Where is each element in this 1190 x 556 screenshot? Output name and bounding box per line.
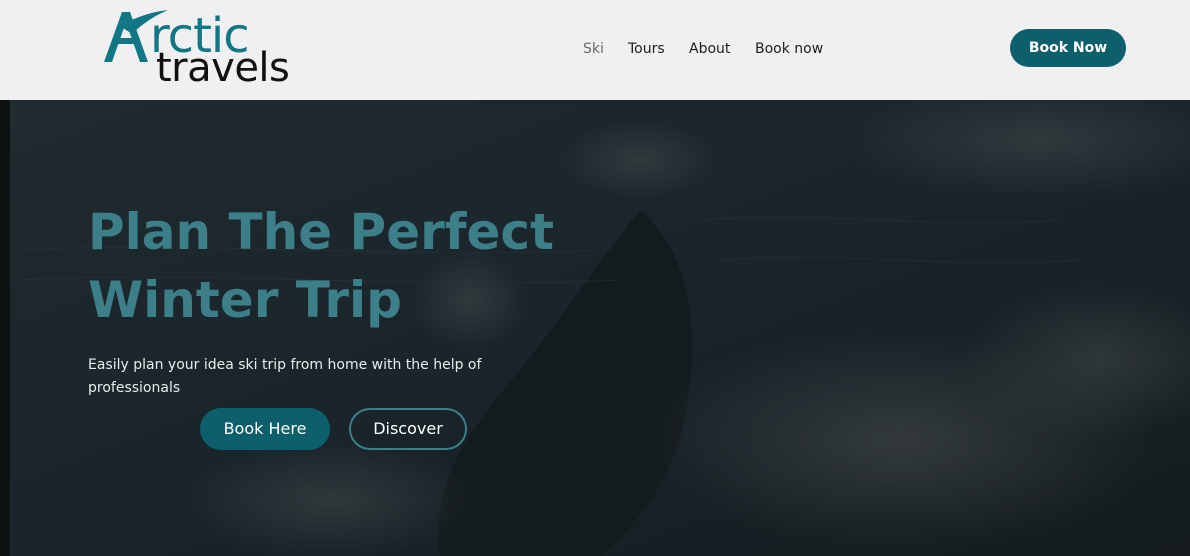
nav-item-about[interactable]: About [689,38,730,60]
nav-item-ski[interactable]: Ski [583,38,604,60]
hero-title-line-2: Winter Trip [88,271,402,329]
nav-item-tours[interactable]: Tours [628,38,665,60]
nav-item-book-now[interactable]: Book now [755,38,823,60]
discover-button[interactable]: Discover [349,408,467,450]
site-header: rctic travels Ski Tours About Book now B… [0,0,1190,100]
logo-word-travels: travels [156,45,290,91]
hero-title-line-1: Plan The Perfect [88,203,554,261]
hero-subtitle: Easily plan your idea ski trip from home… [88,357,482,396]
hero-title: Plan The Perfect Winter Trip [88,198,608,334]
book-now-button[interactable]: Book Now [1010,29,1126,67]
book-here-button[interactable]: Book Here [200,408,330,450]
hero-section: Plan The Perfect Winter Trip Easily plan… [0,100,1190,556]
arctic-travels-logo[interactable]: rctic travels [100,4,310,96]
